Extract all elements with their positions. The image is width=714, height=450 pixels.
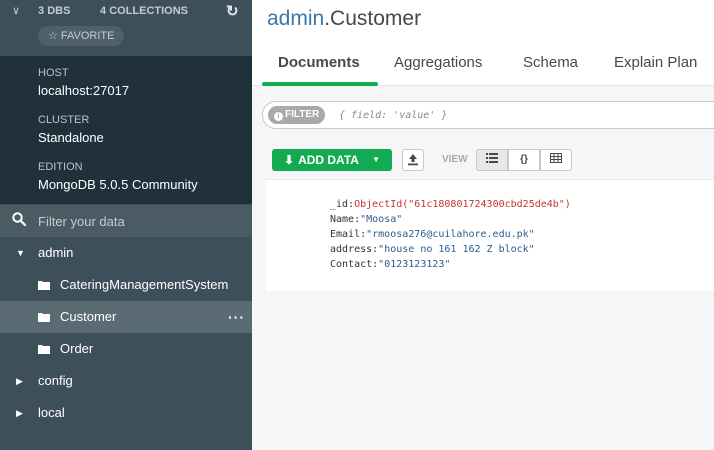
info-icon: i: [274, 112, 283, 121]
add-data-button[interactable]: ⬇ ADD DATA ▼: [272, 149, 392, 171]
view-label: VIEW: [442, 154, 468, 165]
host-value: localhost:27017: [38, 83, 130, 98]
query-bar: i FILTER: [252, 87, 714, 145]
view-json-button[interactable]: {}: [508, 149, 540, 171]
sidebar-collection-cateringmanagementsystem[interactable]: CateringManagementSystem: [0, 269, 252, 301]
filter-pill[interactable]: i FILTER: [268, 106, 326, 124]
tab-aggregations[interactable]: Aggregations: [394, 54, 482, 71]
caret-right-icon[interactable]: ▶: [16, 365, 23, 397]
export-button[interactable]: [402, 149, 424, 171]
view-table-button[interactable]: [540, 149, 572, 171]
cluster-label: CLUSTER: [38, 114, 90, 126]
caret-right-icon[interactable]: ▶: [16, 397, 23, 429]
sidebar-collection-order[interactable]: Order: [0, 333, 252, 365]
query-filter-input[interactable]: [339, 107, 699, 124]
sidebar-db-admin[interactable]: ▼ admin: [0, 237, 252, 269]
caret-down-icon[interactable]: ▼: [16, 237, 25, 269]
tab-documents[interactable]: Documents: [278, 54, 360, 71]
upload-icon: [408, 154, 418, 166]
collections-count: 4 COLLECTIONS: [100, 5, 189, 17]
sidebar-collection-customer[interactable]: Customer ···: [0, 301, 252, 333]
documents-toolbar: ⬇ ADD DATA ▼ VIEW {}: [252, 145, 714, 177]
document-card[interactable]: _id:ObjectId("61c180801724300cbd25de4b")…: [266, 179, 714, 291]
dbs-count: 3 DBS: [38, 5, 71, 17]
download-icon: ⬇: [284, 153, 295, 167]
collection-header: admin.Customer Documents Aggregations Sc…: [252, 0, 714, 86]
host-label: HOST: [38, 67, 69, 79]
folder-icon: [38, 313, 50, 322]
sidebar-db-config[interactable]: ▶ config: [0, 365, 252, 397]
braces-icon: {}: [520, 154, 528, 165]
title-db-link[interactable]: admin: [267, 7, 324, 30]
sidebar-filter: [0, 205, 252, 237]
edition-label: EDITION: [38, 161, 83, 173]
refresh-icon[interactable]: ↻: [226, 2, 239, 20]
document-field-contact: Contact:"0123123123": [330, 259, 451, 270]
query-filter-box: i FILTER: [262, 101, 714, 129]
document-field-email: Email:"rmoosa276@cuilahore.edu.pk": [330, 229, 535, 240]
page-title: admin.Customer: [267, 7, 422, 30]
tab-explain-plan[interactable]: Explain Plan: [614, 54, 697, 71]
star-icon: ☆: [48, 30, 58, 42]
sidebar-topbar: ∨ 3 DBS 4 COLLECTIONS ↻ ☆ FAVORITE: [0, 0, 252, 56]
cluster-value: Standalone: [38, 130, 104, 145]
connection-info: HOST localhost:27017 CLUSTER Standalone …: [0, 56, 252, 204]
active-tab-indicator: [262, 82, 378, 86]
document-field-id: _id:ObjectId("61c180801724300cbd25de4b"): [330, 199, 571, 210]
caret-down-icon: ▼: [372, 155, 380, 164]
search-icon: [12, 212, 26, 226]
main-panel: admin.Customer Documents Aggregations Sc…: [252, 0, 714, 450]
sidebar-db-local[interactable]: ▶ local: [0, 397, 252, 429]
more-options-icon[interactable]: ···: [228, 301, 245, 333]
document-field-address: address:"house no 161 162 Z block": [330, 244, 535, 255]
list-icon: [486, 153, 498, 163]
chevron-down-icon[interactable]: ∨: [12, 4, 20, 17]
folder-icon: [38, 345, 50, 354]
document-field-name: Name:"Moosa": [330, 214, 403, 225]
folder-icon: [38, 281, 50, 290]
sidebar: ∨ 3 DBS 4 COLLECTIONS ↻ ☆ FAVORITE HOST l…: [0, 0, 252, 450]
filter-input[interactable]: [38, 212, 238, 230]
table-icon: [550, 153, 562, 163]
tab-schema[interactable]: Schema: [523, 54, 578, 71]
view-list-button[interactable]: [476, 149, 508, 171]
edition-value: MongoDB 5.0.5 Community: [38, 177, 198, 192]
favorite-button[interactable]: ☆ FAVORITE: [38, 26, 125, 46]
